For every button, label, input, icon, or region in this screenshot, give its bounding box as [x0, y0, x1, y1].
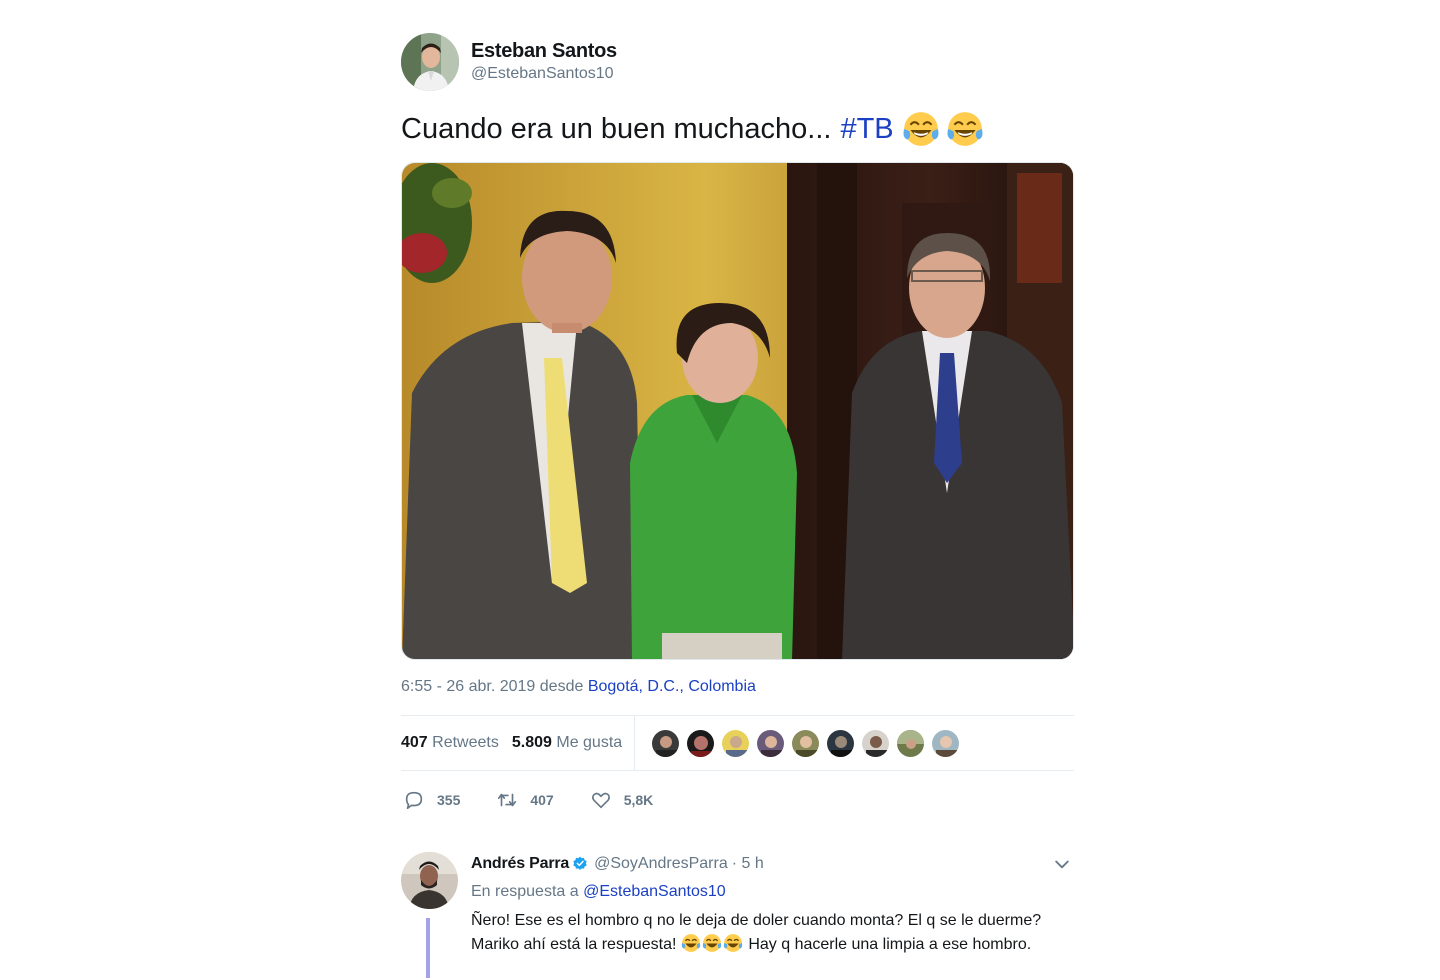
- reply-author-name[interactable]: Andrés Parra: [471, 852, 569, 876]
- liker-avatar[interactable]: [791, 728, 821, 758]
- liker-avatar[interactable]: [861, 728, 891, 758]
- tweet-timestamp[interactable]: 6:55 - 26 abr. 2019 desde: [401, 678, 583, 695]
- author-handle[interactable]: @EstebanSantos10: [471, 63, 617, 85]
- like-action[interactable]: 5,8K: [590, 789, 654, 811]
- liker-avatar[interactable]: [931, 728, 961, 758]
- likes-label: Me gusta: [556, 734, 623, 751]
- tweet: Esteban Santos @EstebanSantos10 Cuando e…: [401, 32, 1074, 829]
- tears-of-joy-icon: [903, 112, 939, 146]
- verified-badge-icon: [573, 856, 587, 870]
- tweet-photo[interactable]: [401, 162, 1074, 660]
- likers-avatars: [651, 728, 966, 758]
- retweet-icon: [498, 793, 517, 807]
- likes-count: 5.809: [511, 734, 552, 751]
- retweet-count: 407: [530, 792, 554, 808]
- hashtag-link[interactable]: #TB: [840, 111, 893, 147]
- reply-count: 355: [437, 792, 461, 808]
- tears-of-joy-icon: [723, 934, 743, 952]
- tweet-text: Cuando era un buen muchacho... #TB: [401, 110, 1074, 148]
- retweet-action[interactable]: 407: [496, 789, 554, 811]
- tweet-header: Esteban Santos @EstebanSantos10: [401, 32, 1074, 92]
- like-count: 5,8K: [623, 792, 654, 808]
- liker-avatar[interactable]: [686, 728, 716, 758]
- tears-of-joy-icon: [681, 934, 701, 952]
- in-reply-prefix: En respuesta a: [471, 883, 579, 900]
- reply-action[interactable]: 355: [401, 789, 460, 811]
- in-reply-to: En respuesta a @EstebanSantos10: [471, 880, 1074, 904]
- reply-header: Andrés Parra @SoyAndresParra · 5 h: [471, 852, 1074, 876]
- photo-image: [402, 163, 1073, 659]
- tweet-actions: 355 407 5,8K: [401, 771, 1074, 829]
- retweets-stat[interactable]: 407 Retweets: [401, 734, 499, 752]
- tweet-meta: 6:55 - 26 abr. 2019 desde Bogotá, D.C., …: [401, 676, 1074, 698]
- reply-author-handle[interactable]: @SoyAndresParra: [594, 852, 728, 876]
- liker-avatar[interactable]: [896, 728, 926, 758]
- liker-avatar[interactable]: [651, 728, 681, 758]
- reply-avatar[interactable]: [401, 852, 458, 909]
- author-name[interactable]: Esteban Santos: [471, 39, 617, 63]
- reply-icon: [405, 791, 423, 810]
- reply-line-2-start: Mariko ahí está la respuesta!: [471, 936, 677, 953]
- location-link[interactable]: Bogotá, D.C., Colombia: [588, 678, 756, 695]
- thread-line: [426, 918, 430, 978]
- reply-time[interactable]: · 5 h: [732, 852, 764, 876]
- retweets-label: Retweets: [432, 734, 499, 751]
- liker-avatar[interactable]: [826, 728, 856, 758]
- reply-line-2: Mariko ahí está la respuesta! Hay q hace…: [471, 933, 1074, 957]
- reply-text: Ñero! Ese es el hombro q no le deja de d…: [471, 909, 1074, 957]
- liker-avatar[interactable]: [721, 728, 751, 758]
- reply-line-2-end: Hay q hacerle una limpia a ese hombro.: [748, 936, 1032, 953]
- in-reply-handle-link[interactable]: @EstebanSantos10: [583, 883, 726, 900]
- tweet-body: Cuando era un buen muchacho...: [401, 113, 832, 145]
- tears-of-joy-icon: [947, 112, 983, 146]
- heart-icon: [591, 792, 610, 809]
- reply-tweet: Andrés Parra @SoyAndresParra · 5 h En re…: [401, 852, 1074, 978]
- chevron-down-icon[interactable]: [1052, 854, 1072, 874]
- liker-avatar[interactable]: [756, 728, 786, 758]
- author-avatar[interactable]: [401, 33, 459, 91]
- reply-line-1: Ñero! Ese es el hombro q no le deja de d…: [471, 912, 1042, 929]
- tears-of-joy-icon: [702, 934, 722, 952]
- retweets-count: 407: [401, 734, 428, 751]
- tweet-stats: 407 Retweets 5.809 Me gusta: [401, 715, 1074, 771]
- likes-stat[interactable]: 5.809 Me gusta: [512, 734, 622, 752]
